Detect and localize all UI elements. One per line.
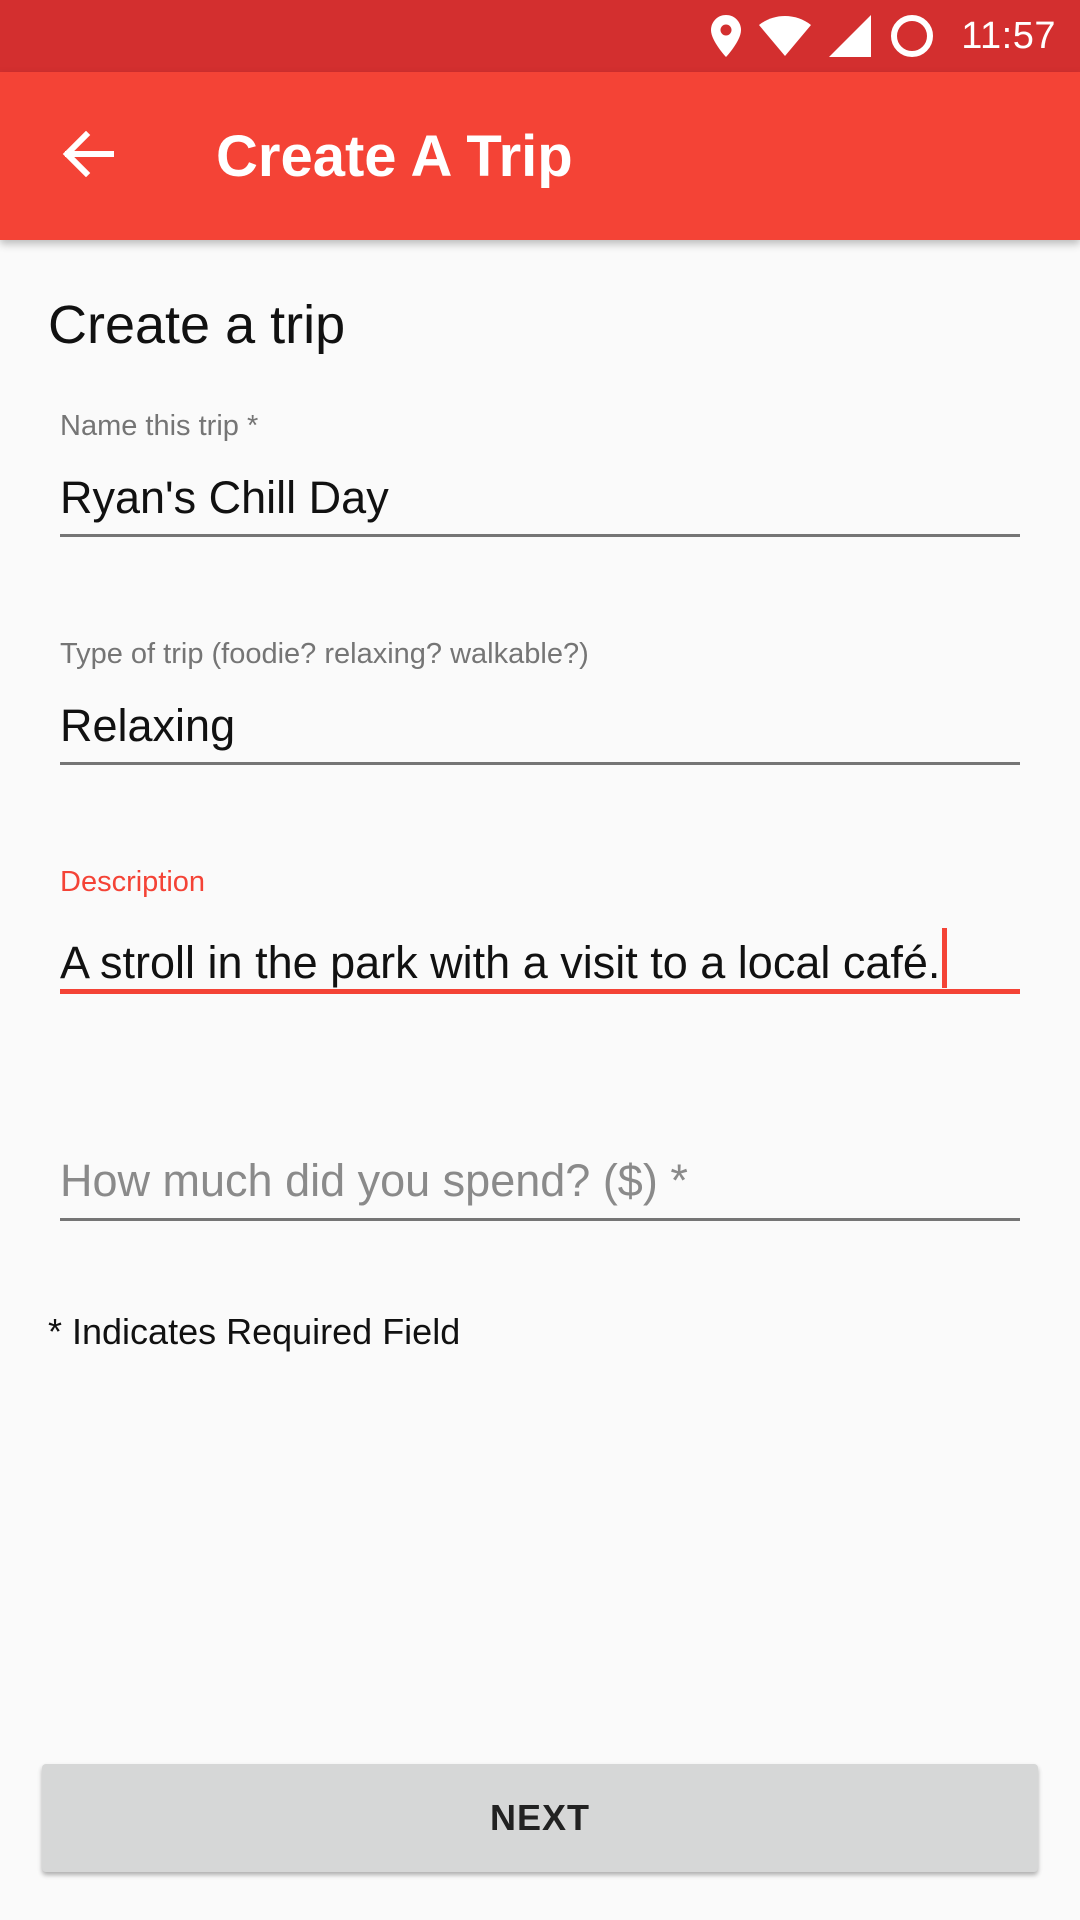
description-text: A stroll in the park with a visit to a l… <box>60 937 941 988</box>
wifi-icon <box>759 16 812 56</box>
status-bar: 11:57 <box>0 0 1080 72</box>
app-bar: Create A Trip <box>0 72 1080 240</box>
next-button[interactable]: NEXT <box>42 1764 1038 1872</box>
text-cursor <box>942 928 948 988</box>
back-button[interactable] <box>40 108 136 204</box>
location-icon <box>711 15 742 57</box>
trip-name-label: Name this trip * <box>60 410 259 442</box>
description-input[interactable]: A stroll in the park with a visit to a l… <box>60 928 1020 989</box>
trip-name-field[interactable]: Name this trip * Ryan's Chill Day <box>60 410 1020 540</box>
app-title: Create A Trip <box>216 123 573 189</box>
status-time: 11:57 <box>961 14 1056 57</box>
description-label: Description <box>60 866 206 898</box>
trip-name-underline <box>60 534 1020 537</box>
required-field-note: * Indicates Required Field <box>48 1311 461 1352</box>
amount-spent-field[interactable]: How much did you spend? ($) * <box>60 1150 1020 1222</box>
trip-name-input[interactable]: Ryan's Chill Day <box>60 472 1020 524</box>
trip-type-label: Type of trip (foodie? relaxing? walkable… <box>60 638 589 670</box>
description-underline <box>60 989 1020 994</box>
signal-icon <box>829 15 872 57</box>
trip-type-field[interactable]: Type of trip (foodie? relaxing? walkable… <box>60 638 1020 768</box>
trip-type-underline <box>60 762 1020 765</box>
amount-spent-input[interactable]: How much did you spend? ($) * <box>60 1155 1020 1207</box>
sync-icon <box>889 13 935 59</box>
page-heading: Create a trip <box>48 295 346 355</box>
amount-spent-underline <box>60 1218 1020 1221</box>
arrow-back-icon <box>62 130 115 182</box>
description-field[interactable]: Description A stroll in the park with a … <box>60 866 1020 998</box>
status-icons: 11:57 <box>711 0 1056 72</box>
trip-type-input[interactable]: Relaxing <box>60 700 1020 752</box>
